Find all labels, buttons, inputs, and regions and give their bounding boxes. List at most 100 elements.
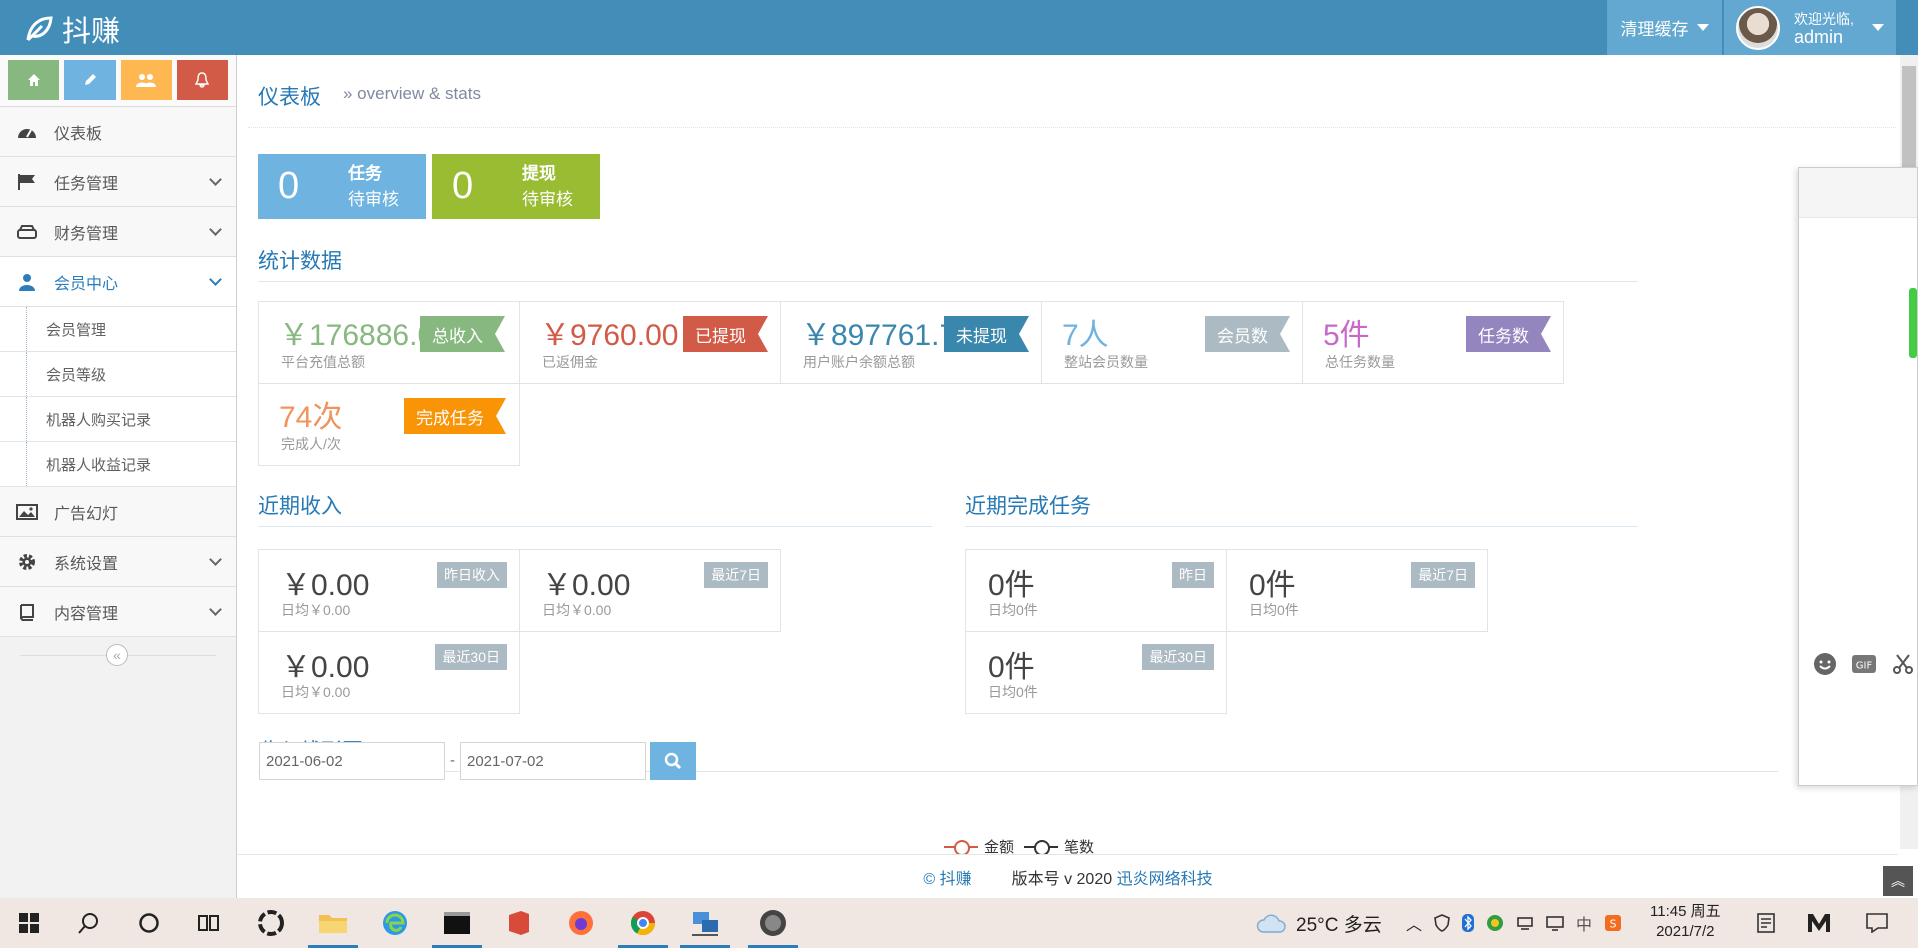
user-menu[interactable]: 欢迎光临, admin bbox=[1724, 0, 1896, 55]
home-icon bbox=[27, 74, 40, 86]
shield-icon[interactable] bbox=[1434, 914, 1450, 932]
sidebar-item-ads[interactable]: 广告幻灯 bbox=[0, 487, 236, 537]
edit-shortcut-button[interactable] bbox=[64, 60, 116, 100]
cortana-button[interactable] bbox=[120, 898, 178, 948]
tasks-tag: 昨日 bbox=[1172, 562, 1214, 588]
cloud-icon bbox=[1256, 914, 1286, 933]
back-to-top-button[interactable]: ︽ bbox=[1883, 866, 1913, 896]
taskbar-app-edge[interactable] bbox=[366, 898, 424, 948]
sidebar-subitem-label: 会员管理 bbox=[46, 321, 107, 339]
emoji-icon[interactable] bbox=[1813, 652, 1837, 676]
end-date-input[interactable] bbox=[460, 742, 646, 780]
stat-value: 5件 bbox=[1323, 319, 1370, 352]
taskbar-app-chrome[interactable] bbox=[614, 898, 672, 948]
tasks-section-title: 近期完成任务 bbox=[965, 490, 1638, 527]
weather-widget[interactable]: 25°C 多云 bbox=[1256, 898, 1382, 948]
footer-company-link[interactable]: 迅炎网络科技 bbox=[1117, 871, 1213, 888]
sidebar-item-tasks[interactable]: 任务管理 bbox=[0, 157, 236, 207]
chevron-down-icon bbox=[209, 223, 222, 236]
bluetooth-icon[interactable] bbox=[1462, 914, 1475, 932]
tasks-desc: 日均0件 bbox=[988, 602, 1038, 618]
scrollbar-thumb[interactable] bbox=[1902, 66, 1916, 168]
clear-cache-button[interactable]: 清理缓存 bbox=[1607, 0, 1722, 55]
stat-desc: 已返佣金 bbox=[542, 354, 598, 370]
bell-icon bbox=[195, 72, 210, 88]
stat-value: ￥9760.00 bbox=[540, 319, 679, 352]
chevron-down-icon bbox=[1696, 24, 1709, 31]
chevron-down-icon bbox=[209, 603, 222, 616]
income-value: ￥0.00 bbox=[281, 651, 370, 684]
taskbar-app-m[interactable] bbox=[1806, 898, 1832, 948]
sidebar-item-label: 广告幻灯 bbox=[54, 505, 119, 523]
chevron-up-icon[interactable]: ︿ bbox=[1406, 911, 1422, 935]
income-yesterday: ￥0.00 日均￥0.00 昨日收入 bbox=[258, 549, 520, 632]
ime-icon[interactable]: 中 bbox=[1576, 911, 1592, 935]
tasks-tag: 最近30日 bbox=[1142, 644, 1214, 670]
sidebar-subitem-robot-income[interactable]: 机器人收益记录 bbox=[0, 442, 236, 487]
gif-icon[interactable]: GIF bbox=[1851, 654, 1877, 674]
notepad-icon bbox=[1757, 913, 1775, 933]
sidebar-item-label: 会员中心 bbox=[54, 275, 119, 293]
start-button[interactable] bbox=[0, 898, 58, 948]
sogou-icon[interactable]: S bbox=[1604, 914, 1622, 932]
brand[interactable]: 抖赚 bbox=[24, 8, 120, 50]
stat-total-income: ￥176886.00 平台充值总额 总收入 bbox=[258, 301, 520, 384]
taskbar-app-office[interactable] bbox=[490, 898, 548, 948]
stat-tasks: 5件 总任务数量 任务数 bbox=[1302, 301, 1564, 384]
sidebar-item-label: 内容管理 bbox=[54, 605, 119, 623]
taskbar-clock[interactable]: 11:45 周五 2021/7/2 bbox=[1650, 902, 1721, 942]
scissors-icon[interactable] bbox=[1891, 652, 1915, 676]
taskbar-app-file-explorer[interactable] bbox=[304, 898, 362, 948]
username: admin bbox=[1794, 26, 1844, 47]
stat-desc: 总任务数量 bbox=[1325, 354, 1395, 370]
sidebar-item-dashboard[interactable]: 仪表板 bbox=[0, 107, 236, 157]
footer-copyright[interactable]: © 抖赚 bbox=[923, 865, 971, 889]
home-shortcut-button[interactable] bbox=[8, 60, 60, 100]
sidebar-subitem-robot-purchase[interactable]: 机器人购买记录 bbox=[0, 397, 236, 442]
windows-icon bbox=[19, 913, 39, 933]
taskbar-app-obs[interactable] bbox=[744, 898, 802, 948]
sidebar-item-members[interactable]: 会员中心 bbox=[0, 257, 236, 307]
start-date-input[interactable] bbox=[259, 742, 445, 780]
svg-text:GIF: GIF bbox=[1856, 661, 1873, 672]
stat-value: 74次 bbox=[279, 401, 343, 434]
users-shortcut-button[interactable] bbox=[120, 60, 172, 100]
task-view-button[interactable] bbox=[180, 898, 238, 948]
income-desc: 日均￥0.00 bbox=[281, 602, 351, 618]
footer-version: 版本号 v 2020 bbox=[1011, 870, 1113, 888]
usb-device-icon[interactable] bbox=[1516, 915, 1534, 931]
clock-date: 2021/7/2 bbox=[1656, 923, 1715, 940]
sidebar-subitem-member-level[interactable]: 会员等级 bbox=[0, 352, 236, 397]
sidebar-subitem-member-management[interactable]: 会员管理 bbox=[0, 307, 236, 352]
user-icon bbox=[16, 271, 38, 293]
avatar bbox=[1736, 5, 1780, 50]
network-status-icon[interactable] bbox=[1486, 914, 1504, 932]
pending-tasks-box[interactable]: 0 任务 待审核 bbox=[258, 154, 426, 219]
search-taskbar-button[interactable] bbox=[60, 898, 118, 948]
stat-desc: 平台充值总额 bbox=[281, 354, 365, 370]
sidebar-item-settings[interactable]: 系统设置 bbox=[0, 537, 236, 587]
monitor-icon[interactable] bbox=[1546, 915, 1564, 931]
collapse-sidebar-button[interactable]: « bbox=[106, 644, 128, 666]
stat-badge: 总收入 bbox=[420, 316, 505, 352]
taskbar-app-network[interactable] bbox=[676, 898, 734, 948]
taskbar-app-terminal[interactable] bbox=[428, 898, 486, 948]
search-button[interactable] bbox=[650, 742, 696, 780]
m-app-icon bbox=[1808, 914, 1830, 932]
pending-count: 0 bbox=[452, 165, 474, 207]
sidebar-item-content[interactable]: 内容管理 bbox=[0, 587, 236, 637]
taskbar-app-pinwheel[interactable] bbox=[242, 898, 300, 948]
stat-members: 7人 整站会员数量 会员数 bbox=[1041, 301, 1303, 384]
sidebar-item-finance[interactable]: 财务管理 bbox=[0, 207, 236, 257]
action-center-button[interactable] bbox=[1866, 898, 1888, 948]
notification-icon bbox=[1866, 913, 1888, 933]
dashboard-icon bbox=[16, 121, 38, 143]
circle-icon bbox=[139, 913, 159, 933]
page-header: 仪表板 » overview & stats bbox=[248, 55, 1896, 128]
taskbar-app-firefox[interactable] bbox=[552, 898, 610, 948]
notes-button[interactable] bbox=[1757, 898, 1775, 948]
stat-value: ￥897761.75 bbox=[801, 319, 951, 352]
pending-withdraw-box[interactable]: 0 提现 待审核 bbox=[432, 154, 600, 219]
bell-shortcut-button[interactable] bbox=[176, 60, 228, 100]
stat-badge: 任务数 bbox=[1466, 316, 1551, 352]
